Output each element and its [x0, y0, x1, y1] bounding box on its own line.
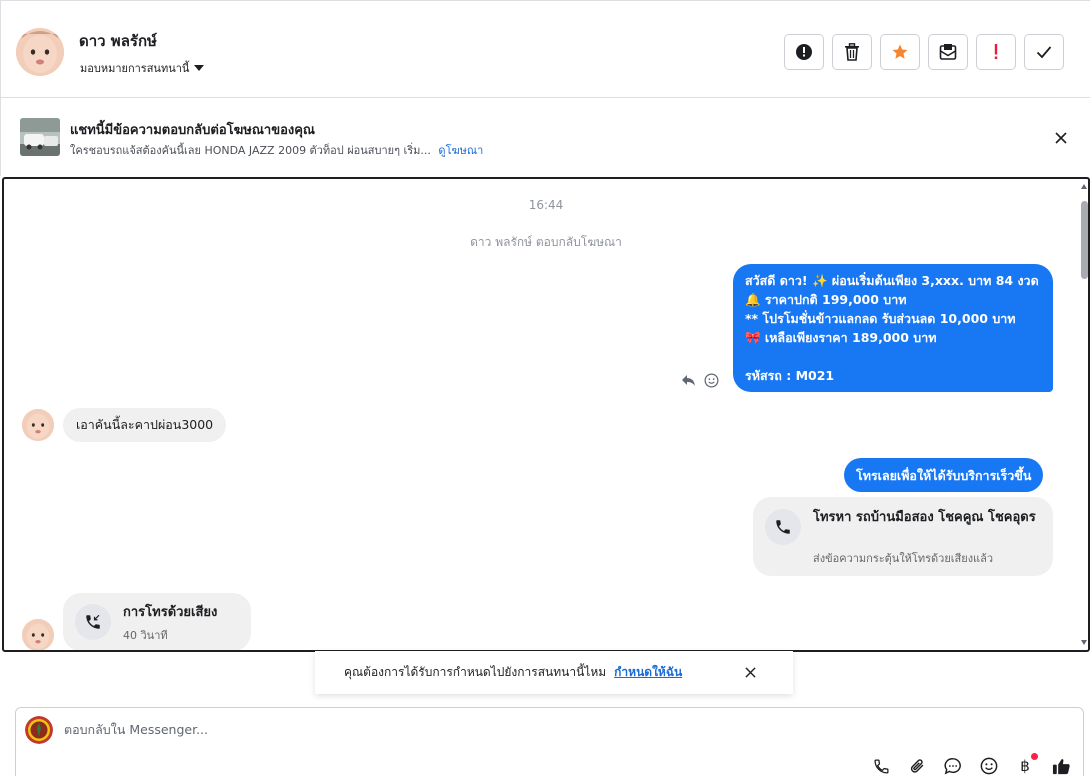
message-actions [680, 372, 720, 389]
mark-spam-button[interactable] [976, 34, 1016, 70]
replied-to-ad-note: ดาว พลรักษ์ ตอบกลับโฆษณา [470, 235, 622, 249]
trash-icon [845, 43, 859, 61]
message-line: 🎀 เหลือเพียงราคา 189,000 บาท [745, 330, 937, 345]
chat-bubble-icon [944, 758, 961, 775]
ad-thumbnail[interactable] [20, 118, 60, 156]
payment-button[interactable]: ฿ [1015, 753, 1038, 776]
mark-unread-icon [939, 44, 957, 60]
composer-tools: ฿ [871, 753, 1071, 776]
contact-name: ดาว พลรักษ์ [79, 32, 157, 50]
view-ad-link[interactable]: ดูโฆษณา [438, 144, 483, 157]
exclamation-circle-button[interactable] [784, 34, 824, 70]
phone-icon-badge [765, 509, 801, 545]
ad-reply-banner: แชทนี้มีข้อความตอบกลับต่อโฆษณาของคุณ ใคร… [0, 98, 1090, 176]
like-button[interactable] [1051, 756, 1071, 776]
emoji-button[interactable] [979, 756, 999, 776]
assign-prompt-toast: คุณต้องการได้รับการกำหนดไปยังการสนทนานี้… [315, 651, 793, 694]
reply-button[interactable] [680, 372, 697, 389]
close-toast-button[interactable] [743, 665, 757, 679]
contact-avatar-small[interactable] [22, 409, 54, 441]
scroll-up-arrow[interactable] [1081, 184, 1087, 189]
header-actions [784, 34, 1064, 70]
message-line: รหัสรถ : M021 [745, 368, 835, 383]
ad-banner-title: แชทนี้มีข้อความตอบกลับต่อโฆษณาของคุณ [70, 123, 315, 138]
chat-thread[interactable]: 16:44 ดาว พลรักษ์ ตอบกลับโฆษณา สวัสดี ดา… [2, 177, 1090, 652]
message-composer: ฿ [15, 707, 1084, 776]
call-button[interactable] [871, 756, 891, 776]
notification-dot [1031, 753, 1038, 760]
outgoing-call-prompt[interactable]: โทรเลยเพื่อให้ได้รับบริการเร็วขึ้น [844, 458, 1044, 492]
paperclip-icon [910, 759, 923, 773]
incoming-message[interactable]: เอาคันนี้ละคาปผ่อน3000 [63, 408, 227, 442]
delete-button[interactable] [832, 34, 872, 70]
phone-icon [873, 758, 889, 774]
emoji-icon [704, 373, 719, 388]
page-avatar [25, 716, 53, 744]
reply-input[interactable] [64, 722, 864, 737]
message-timestamp: 16:44 [528, 198, 564, 212]
conversation-header: ดาว พลรักษ์ มอบหมายการสนทนานี้ [0, 0, 1090, 98]
assign-to-me-link[interactable]: กำหนดให้ฉัน [614, 663, 682, 682]
emoji-icon [980, 757, 998, 775]
voice-call-duration: 40 วินาที [123, 629, 168, 642]
phone-icon [776, 520, 790, 534]
star-icon [892, 44, 908, 59]
close-icon [1055, 132, 1067, 144]
voice-call-title: การโทรด้วยเสียง [123, 605, 218, 620]
react-button[interactable] [703, 372, 720, 389]
contact-avatar-small[interactable] [22, 619, 54, 650]
exclamation-circle-icon [796, 44, 812, 60]
thumbs-up-icon [1052, 758, 1070, 774]
assign-prompt-text: คุณต้องการได้รับการกำหนดไปยังการสนทนานี้… [344, 665, 607, 679]
ad-snippet: ใครชอบรถแจ้สต้องคันนี้เลย HONDA JAZZ 200… [70, 141, 483, 159]
close-icon [744, 666, 756, 678]
mark-done-button[interactable] [1024, 34, 1064, 70]
assign-conversation-dropdown[interactable]: มอบหมายการสนทนานี้ [80, 59, 205, 77]
scroll-thumb[interactable] [1081, 201, 1088, 279]
incoming-call-icon-badge [75, 604, 111, 640]
incoming-call-icon [86, 614, 100, 629]
call-request-card[interactable]: โทรหา รถบ้านมือสอง โชคคูณ โชคอุดร ส่งข้อ… [753, 497, 1053, 576]
mark-unread-button[interactable] [928, 34, 968, 70]
reply-icon [682, 375, 695, 386]
chat-scrollbar[interactable] [1080, 179, 1088, 650]
check-icon [1036, 46, 1052, 59]
attach-button[interactable] [907, 756, 927, 776]
message-line: ** โปรโมชั่นข้าวแลกลด รับส่วนลด 10,000 บ… [745, 311, 1016, 326]
call-card-title: โทรหา รถบ้านมือสอง โชคคูณ โชคอุดร [813, 510, 1036, 525]
message-line: สวัสดี ดาว! ✨ ผ่อนเริ่มต้นเพียง 3,xxx. บ… [745, 273, 1039, 288]
close-ad-banner-button[interactable] [1051, 128, 1071, 148]
outgoing-ad-message[interactable]: สวัสดี ดาว! ✨ ผ่อนเริ่มต้นเพียง 3,xxx. บ… [733, 264, 1053, 392]
voice-call-card[interactable]: การโทรด้วยเสียง 40 วินาที [63, 593, 251, 650]
ad-snippet-text: ใครชอบรถแจ้สต้องคันนี้เลย HONDA JAZZ 200… [70, 144, 431, 157]
call-card-subtitle: ส่งข้อความกระตุ้นให้โทรด้วยเสียงแล้ว [813, 552, 994, 565]
message-line: 🔔 ราคาปกติ 199,000 บาท [745, 292, 907, 307]
caret-down-icon [194, 65, 205, 71]
spam-exclamation-icon [994, 44, 998, 60]
baht-icon: ฿ [1020, 757, 1030, 775]
star-button[interactable] [880, 34, 920, 70]
assign-label: มอบหมายการสนทนานี้ [80, 62, 190, 75]
contact-avatar[interactable] [16, 28, 64, 76]
scroll-down-arrow[interactable] [1081, 640, 1087, 645]
saved-replies-button[interactable] [943, 756, 963, 776]
message-line [745, 347, 1041, 366]
